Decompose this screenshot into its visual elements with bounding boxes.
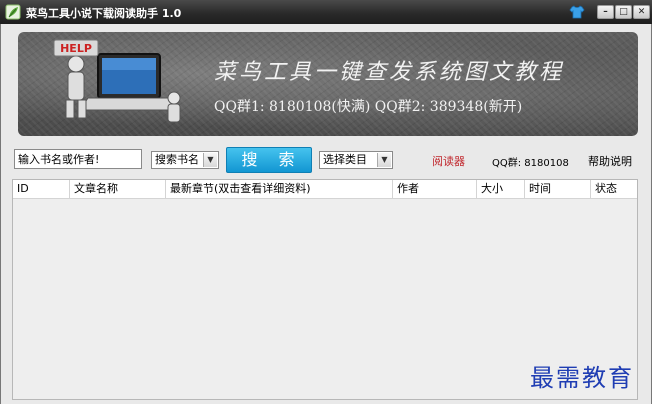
mascot-computer-illustration: HELP	[53, 39, 181, 123]
category-value: 选择类目	[323, 153, 367, 166]
reader-link[interactable]: 阅读器	[432, 153, 465, 169]
banner-slogan: 菜鸟工具一键查发系统图文教程	[214, 60, 565, 85]
chevron-down-icon: ▼	[203, 153, 217, 167]
search-type-select[interactable]: 搜索书名 ▼	[151, 151, 219, 169]
category-select[interactable]: 选择类目 ▼	[319, 151, 393, 169]
search-type-value: 搜索书名	[155, 153, 199, 166]
shirt-icon[interactable]	[569, 4, 585, 20]
qq-group-label: QQ群: 8180108	[492, 158, 569, 169]
help-link[interactable]: 帮助说明	[588, 153, 632, 169]
window-title: 菜鸟工具小说下载阅读助手 1.0	[26, 7, 182, 20]
title-bar: 菜鸟工具小说下载阅读助手 1.0 – □ ✕	[0, 0, 652, 24]
column-header-status[interactable]: 状态	[591, 180, 637, 198]
help-sign-text: HELP	[60, 42, 92, 55]
search-button[interactable]: 搜 索	[226, 147, 312, 173]
column-header-size[interactable]: 大小	[477, 180, 525, 198]
maximize-button[interactable]: □	[615, 5, 632, 19]
leaf-icon	[5, 4, 21, 20]
table-header: ID 文章名称 最新章节(双击查看详细资料) 作者 大小 时间 状态	[13, 180, 637, 199]
column-header-id[interactable]: ID	[13, 180, 70, 198]
close-button[interactable]: ✕	[633, 5, 650, 19]
search-input[interactable]	[14, 149, 142, 169]
chevron-down-icon: ▼	[377, 153, 391, 167]
column-header-author[interactable]: 作者	[393, 180, 477, 198]
minimize-button[interactable]: –	[597, 5, 614, 19]
column-header-latest-chapter[interactable]: 最新章节(双击查看详细资料)	[166, 180, 393, 198]
column-header-title[interactable]: 文章名称	[70, 180, 166, 198]
banner-qq-groups: QQ群1: 8180108(快满) QQ群2: 389348(新开)	[214, 99, 523, 115]
watermark: 最需教育	[530, 364, 634, 392]
banner: HELP 菜鸟工具一键查发系统图文教程 QQ群1: 8180108(快满) QQ…	[18, 32, 638, 136]
column-header-time[interactable]: 时间	[525, 180, 591, 198]
